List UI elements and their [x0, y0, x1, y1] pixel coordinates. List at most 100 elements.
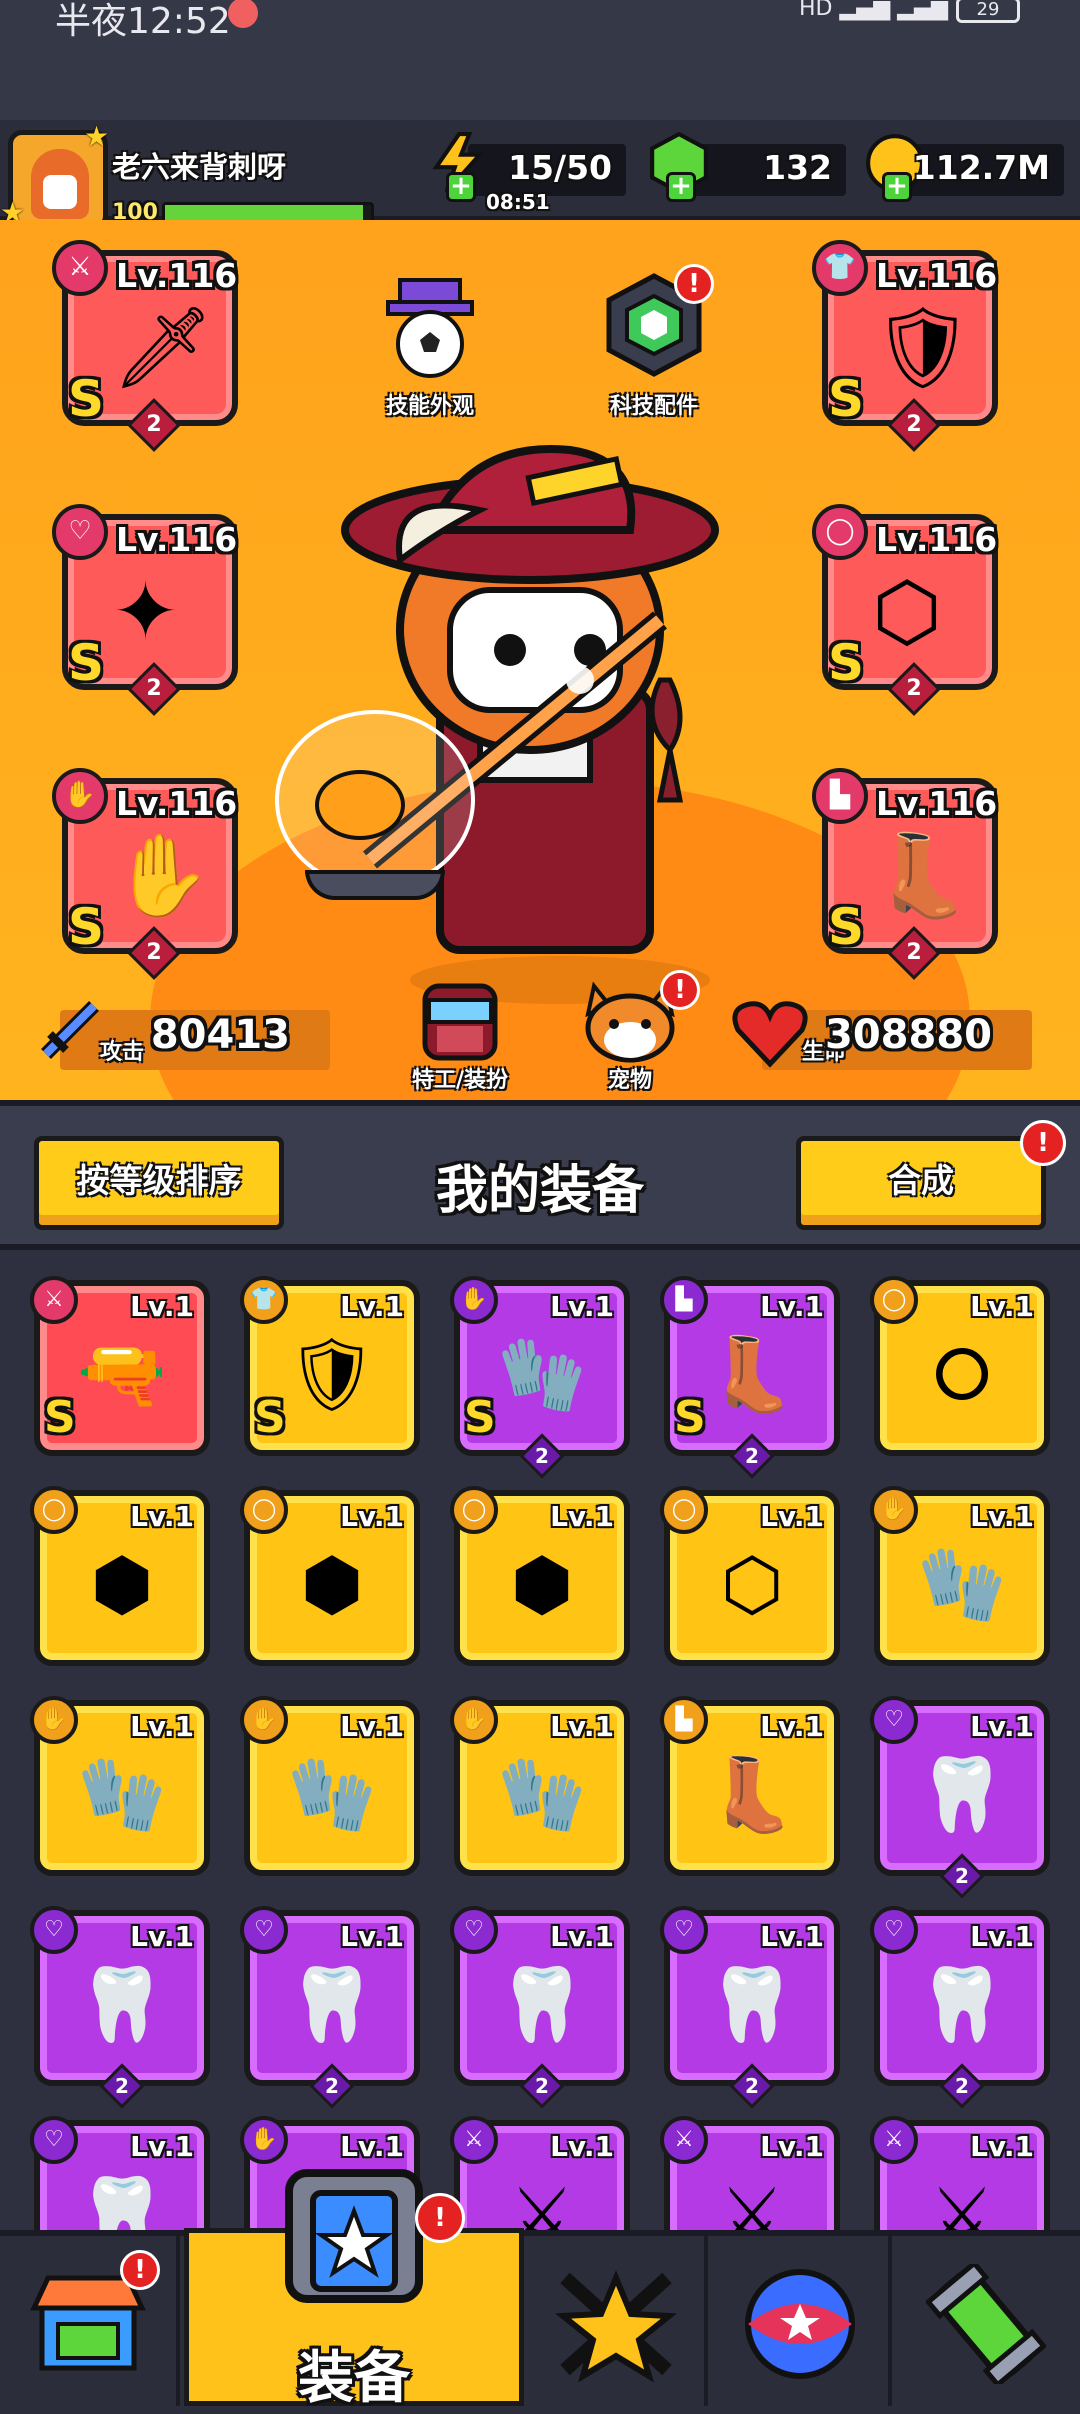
slot-count: 2: [906, 676, 922, 701]
star-ball-icon: [745, 2269, 855, 2379]
inventory-item[interactable]: 🔫 ⚔ Lv.1 S: [30, 1276, 210, 1456]
kunai-icon: ⚔: [719, 2172, 785, 2230]
inventory-item[interactable]: 🧤 ✋ Lv.1: [240, 1696, 420, 1876]
inventory-item[interactable]: ⚔ ⚔ Lv.1: [870, 2116, 1050, 2230]
inventory-item[interactable]: 👢 ▙ Lv.1: [660, 1696, 840, 1876]
inventory-item[interactable]: 🦷 ♡ Lv.1 2: [870, 1906, 1050, 2109]
nav-shop[interactable]: !: [0, 2236, 180, 2406]
inventory-item[interactable]: 🧤 ✋ Lv.1: [30, 1696, 210, 1876]
item-count: 2: [745, 1444, 759, 1468]
slot-type-icon: 👕: [240, 1276, 288, 1324]
agent-skin-button[interactable]: 特工/装扮: [380, 980, 540, 1094]
rank-badge: S: [44, 1392, 76, 1443]
item-level: Lv.1: [760, 1500, 824, 1533]
add-coins-button[interactable]: +: [882, 172, 912, 202]
inventory-item[interactable]: 🧤 ✋ Lv.1 S 2: [450, 1276, 630, 1479]
coin-counter[interactable]: + 112.7M: [866, 134, 1064, 202]
slot-count: 2: [146, 412, 162, 437]
pet-button[interactable]: 宠物 !: [560, 970, 700, 1094]
belt-icon: ⬢: [510, 1542, 574, 1626]
armor-icon: 🛡: [872, 301, 974, 394]
item-count: 2: [325, 2074, 339, 2098]
dna-capsule-icon: [924, 2259, 1048, 2389]
equipped-gloves-slot[interactable]: ✋ ✋ Lv.116 S 2: [52, 768, 248, 980]
nav-gacha[interactable]: [712, 2236, 892, 2406]
inventory-item[interactable]: 🧤 ✋ Lv.1: [450, 1696, 630, 1876]
inventory-grid: 🔫 ⚔ Lv.1 S 🛡 👕 Lv.1 S 🧤 ✋ Lv.1 S 2 👢 ▙ Lv.1 S 2 ⭘ ◯ Lv.1 ⬢ ◯ Lv…: [0, 1250, 1080, 2230]
rank-badge: S: [68, 898, 105, 956]
slot-type-icon: ◯: [30, 1486, 78, 1534]
equipped-belt-slot[interactable]: ◯ ⬡ Lv.116 S 2: [812, 504, 1008, 716]
belt-icon: ⬢: [90, 1542, 154, 1626]
inventory-item[interactable]: 🦷 ♡ Lv.1 2: [450, 1906, 630, 2109]
kunai-icon: ⚔: [509, 2172, 575, 2230]
necklace-icon: 🦷: [707, 1962, 797, 2046]
necklace-icon: 🦷: [497, 1962, 587, 2046]
equipped-necklace-slot[interactable]: ♡ ✦ Lv.116 S 2: [52, 504, 248, 716]
gem-counter[interactable]: + 132: [650, 132, 846, 202]
inventory-item[interactable]: ⬢ ◯ Lv.1: [240, 1486, 420, 1666]
slot-count: 2: [146, 676, 162, 701]
alert-badge-icon: !: [415, 2193, 465, 2243]
merge-button[interactable]: 合成: [796, 1136, 1046, 1230]
tech-parts-button[interactable]: 科技配件 !: [584, 264, 724, 420]
boot-icon: 👢: [872, 829, 972, 922]
pet-label: 宠物: [607, 1068, 652, 1093]
status-time: 半夜12:52: [55, 1, 231, 42]
inventory-item[interactable]: 🧤 ✋ Lv.1: [870, 1486, 1050, 1666]
inventory-item[interactable]: ⬡ ◯ Lv.1: [660, 1486, 840, 1666]
inventory-item[interactable]: 🦷 ♡ Lv.1 2: [870, 1696, 1050, 1899]
necklace-icon: 🦷: [917, 1962, 1007, 2046]
inventory-item[interactable]: 👢 ▙ Lv.1 S 2: [660, 1276, 840, 1479]
nav-lab[interactable]: [896, 2236, 1076, 2406]
inventory-item[interactable]: 🦷 ♡ Lv.1 2: [660, 1906, 840, 2109]
add-energy-button[interactable]: +: [446, 172, 476, 202]
boot-tag-icon: ▙: [812, 768, 868, 824]
inventory-item[interactable]: ⚔ ⚔ Lv.1: [660, 2116, 840, 2230]
pet-fishbowl[interactable]: [275, 710, 475, 910]
soccer-hat-icon: [386, 278, 474, 378]
slot-type-icon: ◯: [450, 1486, 498, 1534]
slot-level: Lv.116: [116, 520, 238, 559]
status-icons: HD ▂▄▆ ▂▄▆ 29: [799, 0, 1020, 23]
sword-icon: 🗡: [112, 301, 214, 394]
inventory-item[interactable]: 🦷 ♡ Lv.1: [30, 2116, 210, 2230]
inventory-item[interactable]: ⬢ ◯ Lv.1: [450, 1486, 630, 1666]
rank-badge: S: [254, 1392, 286, 1443]
inventory-item[interactable]: 🦷 ♡ Lv.1 2: [240, 1906, 420, 2109]
glove-icon: 🧤: [77, 1752, 167, 1836]
slot-type-icon: ♡: [870, 1696, 918, 1744]
item-level: Lv.1: [970, 1500, 1034, 1533]
hp-stat: 生命 308880: [732, 1001, 1032, 1070]
rank-badge: S: [674, 1392, 706, 1443]
slot-type-icon: ◯: [870, 1276, 918, 1324]
inventory-item[interactable]: ⚔ ⚔ Lv.1: [450, 2116, 630, 2230]
energy-counter[interactable]: + 15/50: [432, 132, 626, 202]
slot-level: Lv.116: [876, 256, 998, 295]
add-gems-button[interactable]: +: [666, 172, 696, 202]
attack-stat: 攻击 80413: [41, 1001, 330, 1070]
inventory-item[interactable]: ⭘ ◯ Lv.1: [870, 1276, 1050, 1456]
slot-type-icon: ✋: [450, 1696, 498, 1744]
item-level: Lv.1: [340, 1920, 404, 1953]
inventory-item[interactable]: 🛡 👕 Lv.1 S: [240, 1276, 420, 1456]
rank-badge: S: [828, 370, 865, 428]
hp-value: 308880: [825, 1012, 992, 1058]
necklace-icon: 🦷: [77, 2172, 167, 2230]
inventory-item[interactable]: ⬢ ◯ Lv.1: [30, 1486, 210, 1666]
slot-type-icon: ✋: [870, 1486, 918, 1534]
equipped-armor-slot[interactable]: 👕 🛡 Lv.116 S 2: [812, 240, 1008, 452]
tech-parts-label: 科技配件: [609, 394, 698, 419]
item-level: Lv.1: [550, 1290, 614, 1323]
slot-type-icon: ♡: [660, 1906, 708, 1954]
nav-equipment[interactable]: 装备 !: [184, 2169, 524, 2411]
skill-skin-button[interactable]: 技能外观: [360, 270, 500, 420]
slot-type-icon: ▙: [660, 1276, 708, 1324]
nav-battle[interactable]: [528, 2236, 708, 2406]
item-level: Lv.1: [970, 1920, 1034, 1953]
equipped-boots-slot[interactable]: ▙ 👢 Lv.116 S 2: [812, 768, 1008, 980]
inventory-item[interactable]: 🦷 ♡ Lv.1 2: [30, 1906, 210, 2109]
alert-badge-icon: !: [1020, 1120, 1066, 1166]
equipped-weapon-slot[interactable]: ⚔ 🗡 Lv.116 S 2: [52, 240, 248, 452]
xp-fill: [165, 205, 363, 221]
